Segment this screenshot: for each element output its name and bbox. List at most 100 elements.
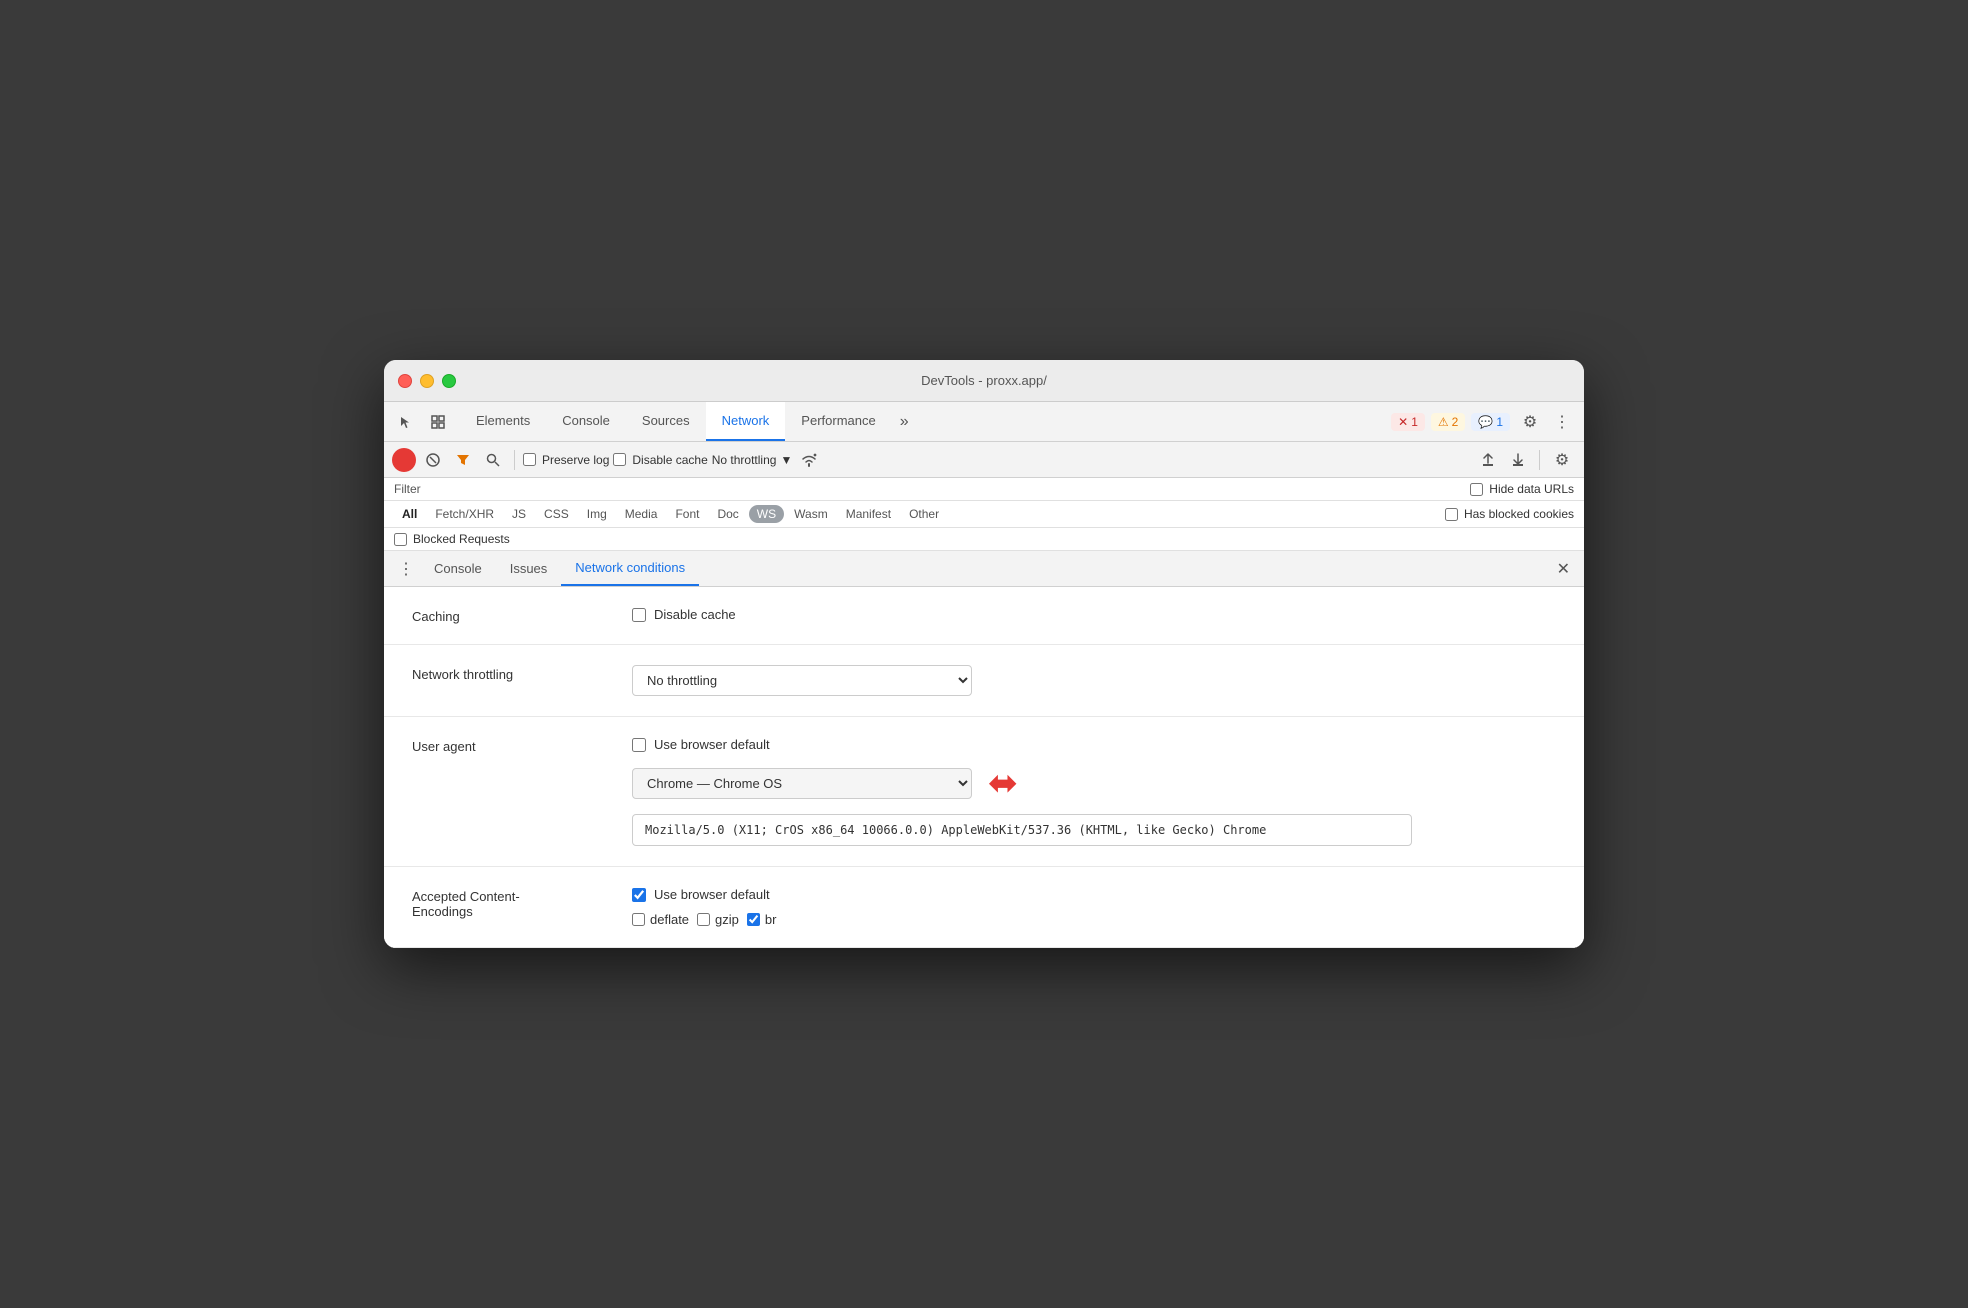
warning-icon: ⚠ [1438,415,1449,429]
search-icon-btn[interactable] [480,447,506,473]
disable-cache-label[interactable]: Disable cache [613,453,707,467]
ua-string-input[interactable] [632,814,1412,846]
filter-wasm-btn[interactable]: Wasm [786,505,836,523]
encodings-label: Accepted Content-Encodings [412,887,592,919]
inspect-icon-btn[interactable] [424,408,452,436]
filter-bar: Filter Hide data URLs [384,478,1584,501]
blocked-requests-label[interactable]: Blocked Requests [394,532,1574,546]
use-browser-default-encoding-label[interactable]: Use browser default [632,887,1556,902]
gzip-checkbox[interactable] [697,913,710,926]
toolbar-divider-1 [514,450,515,470]
window-title: DevTools - proxx.app/ [921,373,1047,388]
blocked-requests-bar: Blocked Requests [384,528,1584,551]
red-arrow-indicator: ⬌ [988,762,1018,804]
blocked-requests-checkbox[interactable] [394,533,407,546]
filter-icon-btn[interactable] [450,447,476,473]
throttling-section: Network throttling No throttling Fast 3G… [384,645,1584,717]
hide-data-urls-checkbox[interactable] [1470,483,1483,496]
user-agent-label: User agent [412,737,592,754]
br-checkbox[interactable] [747,913,760,926]
caching-section: Caching Disable cache [384,587,1584,645]
has-blocked-cookies-checkbox[interactable] [1445,508,1458,521]
devtools-body: Elements Console Sources Network Perform… [384,402,1584,948]
wifi-icon-btn[interactable] [796,447,822,473]
warning-badge[interactable]: ⚠ 2 [1431,413,1465,431]
filter-media-btn[interactable]: Media [617,505,666,523]
settings-icon-btn[interactable]: ⚙ [1516,408,1544,436]
encoding-options-row: deflate gzip br [632,912,1556,927]
warning-count: 2 [1452,415,1459,429]
tab-performance[interactable]: Performance [785,402,891,441]
filter-doc-btn[interactable]: Doc [709,505,746,523]
maximize-button[interactable] [442,374,456,388]
filter-xhr-btn[interactable]: Fetch/XHR [427,505,502,523]
top-tabs-bar: Elements Console Sources Network Perform… [384,402,1584,442]
traffic-lights [398,374,456,388]
tab-console[interactable]: Console [546,402,626,441]
filter-img-btn[interactable]: Img [579,505,615,523]
use-browser-default-encoding-checkbox[interactable] [632,888,646,902]
caching-label: Caching [412,607,592,624]
filter-manifest-btn[interactable]: Manifest [838,505,899,523]
has-blocked-cookies-label[interactable]: Has blocked cookies [1445,507,1574,521]
filter-css-btn[interactable]: CSS [536,505,577,523]
drawer-tab-console[interactable]: Console [420,551,496,586]
preserve-log-label[interactable]: Preserve log [523,453,609,467]
filter-font-btn[interactable]: Font [667,505,707,523]
error-badge[interactable]: ✕ 1 [1391,413,1425,431]
tab-elements[interactable]: Elements [460,402,546,441]
caching-control: Disable cache [632,607,1556,622]
deflate-checkbox[interactable] [632,913,645,926]
more-tabs-button[interactable]: » [892,402,917,441]
throttle-select-wrap: No throttling ▼ [712,453,793,467]
throttling-label: Network throttling [412,665,592,682]
drawer-tab-issues[interactable]: Issues [496,551,562,586]
record-button[interactable] [392,448,416,472]
tab-sources[interactable]: Sources [626,402,706,441]
tab-network[interactable]: Network [706,402,786,441]
drawer-tab-network-conditions[interactable]: Network conditions [561,551,699,586]
filter-other-btn[interactable]: Other [901,505,947,523]
filter-types-bar: All Fetch/XHR JS CSS Img Media Font Doc … [384,501,1584,528]
filter-all-btn[interactable]: All [394,505,425,523]
encodings-row: Accepted Content-Encodings Use browser d… [412,887,1556,927]
user-agent-control: Use browser default Chrome — Chrome OS C… [632,737,1556,846]
upload-icon-btn[interactable] [1475,447,1501,473]
gzip-label[interactable]: gzip [697,912,739,927]
throttling-row: Network throttling No throttling Fast 3G… [412,665,1556,696]
user-agent-row: User agent Use browser default Chrome — … [412,737,1556,846]
use-browser-default-ua-label[interactable]: Use browser default [632,737,1556,752]
toolbar-divider-2 [1539,450,1540,470]
preserve-log-checkbox[interactable] [523,453,536,466]
download-icon-btn[interactable] [1505,447,1531,473]
cursor-icon-btn[interactable] [392,408,420,436]
filter-ws-btn[interactable]: WS [749,505,784,523]
filter-js-btn[interactable]: JS [504,505,534,523]
encodings-control: Use browser default deflate gzip [632,887,1556,927]
info-badge[interactable]: 💬 1 [1471,413,1510,431]
more-options-icon-btn[interactable]: ⋮ [1548,408,1576,436]
hide-data-urls-label[interactable]: Hide data URLs [1470,482,1574,496]
settings-gear-icon-btn[interactable]: ⚙ [1548,446,1576,474]
network-right-icons: ⚙ [1475,446,1576,474]
disable-cache-checkbox[interactable] [613,453,626,466]
caching-row: Caching Disable cache [412,607,1556,624]
clear-icon-btn[interactable] [420,447,446,473]
conditions-panel: Caching Disable cache Network throttling [384,587,1584,948]
filter-label: Filter [394,482,421,496]
minimize-button[interactable] [420,374,434,388]
br-label[interactable]: br [747,912,777,927]
deflate-label[interactable]: deflate [632,912,689,927]
drawer-close-btn[interactable]: ✕ [1551,559,1576,579]
user-agent-dropdown[interactable]: Chrome — Chrome OS Chrome — Windows Chro… [632,768,972,799]
info-count: 1 [1496,415,1503,429]
disable-cache-conditions-checkbox[interactable] [632,608,646,622]
throttle-dropdown-arrow[interactable]: ▼ [780,453,792,467]
disable-cache-conditions-label[interactable]: Disable cache [632,607,1556,622]
error-icon: ✕ [1398,415,1408,429]
throttle-styled-dropdown[interactable]: No throttling Fast 3G Slow 3G Offline Cu… [632,665,972,696]
drawer-dots-btn[interactable]: ⋮ [392,559,420,579]
close-button[interactable] [398,374,412,388]
tab-icons [392,408,452,436]
use-browser-default-ua-checkbox[interactable] [632,738,646,752]
